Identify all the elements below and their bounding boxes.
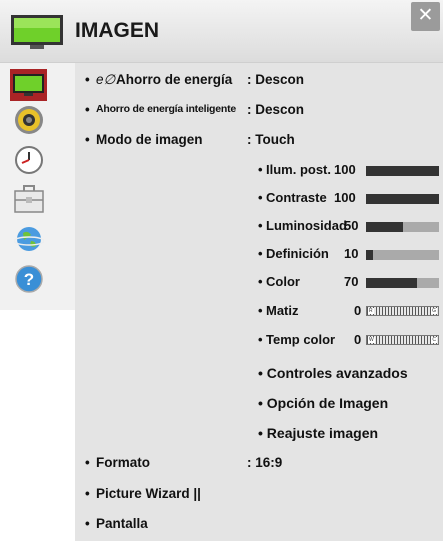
setting-value: 50 xyxy=(344,218,359,233)
menu-item-value: : Descon xyxy=(247,72,305,87)
level-fill xyxy=(366,166,439,176)
bullet: • xyxy=(258,190,263,205)
bullet: • xyxy=(258,274,263,289)
header-bar: IMAGEN ✕ xyxy=(0,0,443,63)
setting-value: 100 xyxy=(334,162,356,177)
level-fill xyxy=(366,194,439,204)
bullet: • xyxy=(258,162,263,177)
tv-picture-icon xyxy=(11,15,63,49)
svg-text:?: ? xyxy=(23,270,33,289)
scale-left-label: W xyxy=(368,337,375,343)
setting-value: 0 xyxy=(354,332,362,347)
setting-label: Luminosidad xyxy=(266,218,347,233)
bullet: • xyxy=(258,246,263,261)
picture-menu-panel: • e∅ Ahorro de energía : Descon • Ahorro… xyxy=(75,63,443,541)
bullet: • xyxy=(258,303,263,318)
menu-item-advanced-controls[interactable]: • Controles avanzados xyxy=(258,365,408,381)
menu-item-value: : 16:9 xyxy=(247,455,283,470)
menu-item-label: Ahorro de energía xyxy=(116,72,233,87)
bullet: • xyxy=(258,218,263,233)
menu-item-label: Reajuste imagen xyxy=(266,425,379,441)
menu-item-label: Pantalla xyxy=(96,516,148,531)
level-bar-color xyxy=(366,278,439,288)
setting-label: Contraste xyxy=(266,190,327,205)
setting-label: Definición xyxy=(266,246,329,261)
sidebar-item-support[interactable]: ? xyxy=(10,263,47,295)
level-fill xyxy=(366,250,374,260)
color-temperature-scale: W C xyxy=(366,335,439,345)
speaker-audio-icon xyxy=(14,106,43,134)
globe-network-icon xyxy=(13,227,44,251)
bullet: • xyxy=(85,102,90,117)
setting-label: Temp color xyxy=(266,332,336,347)
help-question-icon: ? xyxy=(14,265,43,293)
sidebar: ? xyxy=(0,63,75,310)
scale-right-label: C xyxy=(431,337,437,343)
setting-value: 0 xyxy=(354,303,362,318)
menu-item-label: Opción de Imagen xyxy=(266,395,389,411)
level-bar-sharpness xyxy=(366,250,439,260)
sidebar-item-network[interactable] xyxy=(10,223,47,255)
level-bar-brightness xyxy=(366,222,439,232)
menu-item-label: Picture Wizard || xyxy=(96,486,201,501)
sidebar-item-picture[interactable] xyxy=(10,69,47,101)
sidebar-item-time[interactable] xyxy=(10,144,47,176)
setting-value: 70 xyxy=(344,274,359,289)
menu-item-picture-reset[interactable]: • Reajuste imagen xyxy=(258,425,378,441)
menu-item-label: Controles avanzados xyxy=(266,365,408,381)
menu-item-picture-option[interactable]: • Opción de Imagen xyxy=(258,395,388,411)
menu-item-label: Modo de imagen xyxy=(96,132,203,147)
menu-item-value: : Descon xyxy=(247,102,305,117)
bullet: • xyxy=(85,516,90,531)
bullet: • xyxy=(85,455,90,470)
setting-label: Color xyxy=(266,274,300,289)
bullet: • xyxy=(258,332,263,347)
sidebar-item-options[interactable] xyxy=(10,183,47,215)
bullet: • xyxy=(85,72,90,87)
scale-right-label: G xyxy=(431,308,437,314)
menu-item-label: Ahorro de energía inteligente xyxy=(96,103,237,115)
sidebar-item-audio[interactable] xyxy=(10,104,47,136)
bullet: • xyxy=(85,486,90,501)
setting-label: Matiz xyxy=(266,303,299,318)
clock-time-icon xyxy=(14,146,43,174)
page-title: IMAGEN xyxy=(75,19,159,42)
level-fill xyxy=(366,222,403,232)
close-icon[interactable]: ✕ xyxy=(411,2,440,31)
tint-scale: R G xyxy=(366,306,439,316)
level-bar-contrast xyxy=(366,194,439,204)
tv-picture-icon xyxy=(13,74,44,96)
menu-item-label: Formato xyxy=(96,455,150,470)
eco-icon: e∅ xyxy=(96,72,116,87)
menu-item-value: : Touch xyxy=(247,132,295,147)
bullet: • xyxy=(258,395,267,411)
setting-value: 100 xyxy=(334,190,356,205)
setting-label: Ilum. post. xyxy=(266,162,331,177)
bullet: • xyxy=(258,365,267,381)
scale-left-label: R xyxy=(368,308,374,314)
bullet: • xyxy=(85,132,90,147)
level-bar-backlight xyxy=(366,166,439,176)
level-fill xyxy=(366,278,418,288)
setting-value: 10 xyxy=(344,246,359,261)
toolbox-options-icon xyxy=(13,185,44,213)
bullet: • xyxy=(258,425,267,441)
